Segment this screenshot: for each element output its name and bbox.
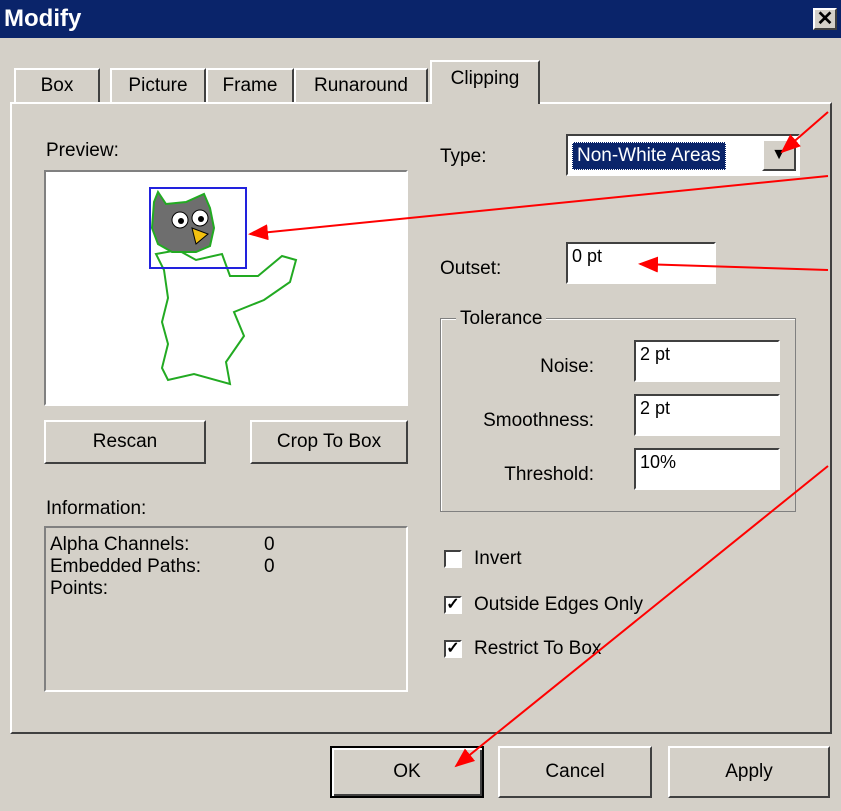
arrow-to-outset	[638, 256, 829, 273]
arrow-to-preview	[248, 175, 829, 241]
arrow-to-type-dropdown	[780, 111, 829, 154]
arrow-to-ok	[454, 465, 829, 768]
annotation-arrows	[248, 111, 829, 768]
tab-clipping[interactable]: Clipping	[430, 60, 540, 104]
